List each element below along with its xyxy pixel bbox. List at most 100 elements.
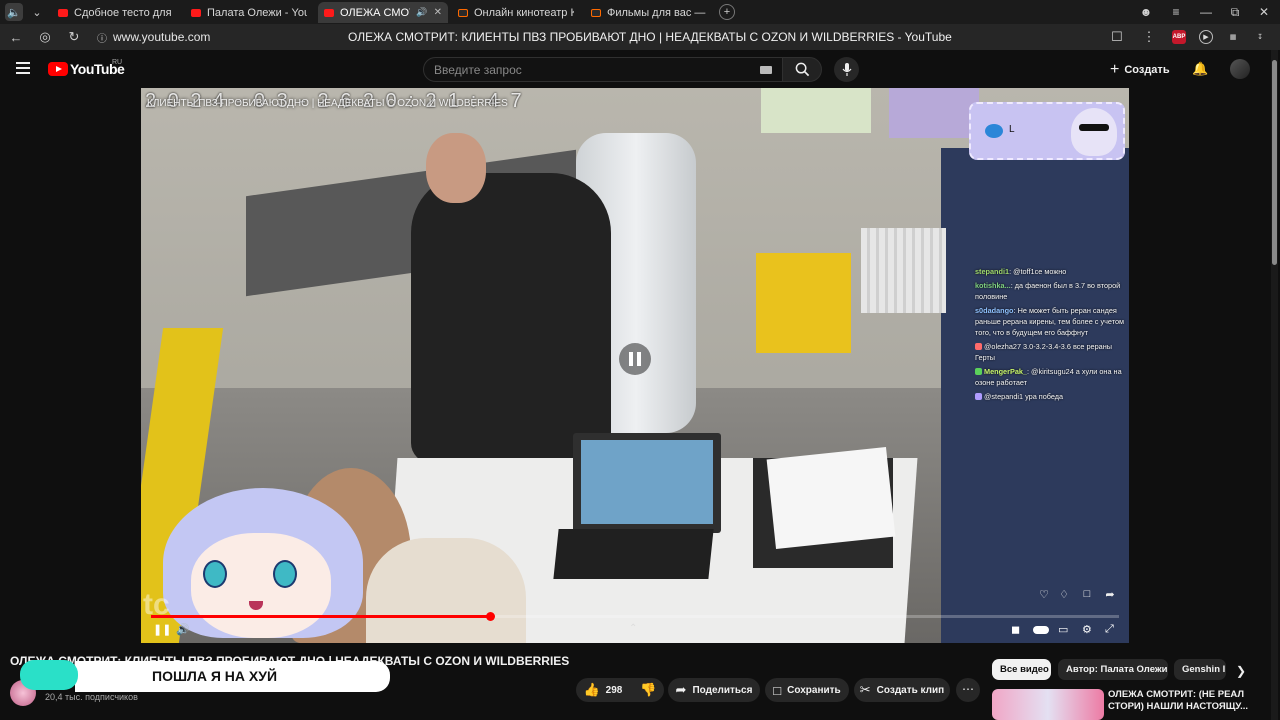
sunglasses-icon <box>1079 124 1109 131</box>
plus-icon: + <box>1110 61 1120 78</box>
stream-overlay-card: L <box>969 102 1125 160</box>
autoplay-toggle[interactable] <box>1033 626 1049 634</box>
captions-icon[interactable]: ▭ <box>1058 623 1068 636</box>
progress-bar[interactable] <box>151 612 1119 621</box>
maximize-icon[interactable]: ⧉ <box>1222 2 1248 22</box>
video-frame-person-head <box>426 133 486 203</box>
video-frame-radiator <box>861 228 946 313</box>
site-info-icon[interactable]: ⓘ <box>93 28 111 46</box>
account-avatar[interactable] <box>1230 59 1250 79</box>
close-window-icon[interactable]: ✕ <box>1251 2 1277 22</box>
scissors-icon: ✂ <box>859 682 871 697</box>
kinopoisk-icon <box>458 8 468 17</box>
chip-genshin[interactable]: Genshin I <box>1174 659 1226 680</box>
youtube-icon <box>58 8 68 17</box>
media-extension-icon[interactable]: ▶ <box>1199 30 1213 44</box>
center-pause-button[interactable] <box>619 343 651 375</box>
kinopoisk-icon <box>591 8 601 17</box>
video-frame-keyboard <box>553 529 714 579</box>
like-overlay-icon[interactable]: ♡ <box>1037 588 1051 602</box>
subtitles-badge-icon[interactable]: ◼ <box>1011 623 1020 636</box>
video-frame-person <box>411 173 611 463</box>
chat-badge-icon <box>975 393 982 400</box>
search-button[interactable] <box>782 57 822 82</box>
bookmark-save-icon: □ <box>773 682 782 698</box>
video-frame-yellow-box <box>756 253 851 353</box>
notifications-bell-icon[interactable]: 🔔 <box>1192 61 1208 77</box>
browser-tab-4[interactable]: Онлайн кинотеатр Кинот <box>452 2 580 23</box>
dislike-overlay-icon[interactable]: ♢ <box>1057 588 1071 602</box>
chat-message: @stepandi1 ура победа <box>975 391 1125 402</box>
new-tab-plus-icon[interactable]: + <box>719 4 735 20</box>
hamburger-menu-icon[interactable] <box>16 62 30 74</box>
player-overlay-title: КЛИЕНТЫ ПВЗ ПРОБИВАЮТ ДНО | НЕАДЕКВАТЫ С… <box>147 98 508 109</box>
video-frame-customer <box>366 538 526 643</box>
chip-all-videos[interactable]: Все видео <box>992 659 1051 680</box>
thumbs-down-icon[interactable]: 👎 <box>640 682 656 698</box>
browser-tab-5[interactable]: Фильмы для вас — смотр <box>585 2 715 23</box>
create-button[interactable]: + Создать <box>1110 59 1170 81</box>
reload-icon[interactable]: ↻ <box>65 28 83 46</box>
create-clip-button[interactable]: ✂ Создать клип <box>854 678 950 702</box>
settings-gear-icon[interactable]: ⚙ <box>1082 623 1092 636</box>
scrollbar-thumb[interactable] <box>1272 60 1277 265</box>
progress-played <box>151 615 490 618</box>
download-icon[interactable]: ↧ <box>1253 30 1267 44</box>
browser-tab-2[interactable]: Палата Олежи - YouTube <box>185 2 313 23</box>
voice-search-button[interactable] <box>834 57 859 82</box>
video-frame-monitor-screen <box>581 440 713 524</box>
fullscreen-icon[interactable]: ⤢ <box>1105 623 1114 636</box>
like-count[interactable]: 298 <box>606 685 623 696</box>
profile-icon[interactable]: ☻ <box>1133 2 1159 22</box>
recommended-title[interactable]: ОЛЕЖА СМОТРИТ: (НЕ РЕАЛ СТОРИ) НАШЛИ НАС… <box>1108 689 1258 713</box>
minimize-icon[interactable]: — <box>1193 2 1219 22</box>
adblock-extension-icon[interactable]: ABP <box>1172 30 1186 44</box>
comment-overlay-icon[interactable]: □ <box>1080 588 1094 602</box>
chat-message: stepandi1: @toff1ce можно <box>975 267 1067 276</box>
tab-audio-icon[interactable]: 🔊 <box>416 7 427 18</box>
protect-icon[interactable]: ◎ <box>36 28 54 46</box>
recommended-thumbnail[interactable] <box>992 689 1104 720</box>
youtube-header: YouTube RU Введите запрос + Создать 🔔 <box>0 50 1280 88</box>
chat-message: @olezha27 3.0-3.2-3.4-3.6 все рераны Гер… <box>975 342 1112 362</box>
extension-icon[interactable]: ▦ <box>1226 30 1240 44</box>
url-text[interactable]: www.youtube.com <box>113 30 210 44</box>
progress-scrubber[interactable] <box>485 612 495 621</box>
keyboard-icon[interactable] <box>760 66 772 74</box>
tab-list-chevron-icon[interactable]: ⌄ <box>28 3 46 21</box>
chat-badge-icon <box>975 343 982 350</box>
browser-tab-active[interactable]: ОЛЕЖА СМОТРИТ: 🔊 ✕ <box>318 2 448 23</box>
address-bar: ← ◎ ↻ ⓘ www.youtube.com ОЛЕЖА СМОТРИТ: К… <box>0 24 1280 50</box>
chevron-up-icon[interactable]: ⌃ <box>629 623 637 634</box>
volume-icon[interactable]: 🔊 <box>176 623 190 636</box>
like-dislike-group: 👍 298 👎 <box>576 678 664 702</box>
browser-tab-strip: 🔈 ⌄ Сдобное тесто для ИДЕА Палата Олежи … <box>0 0 1280 24</box>
speaker-icon[interactable]: 🔈 <box>5 3 23 21</box>
search-input[interactable]: Введите запрос <box>423 57 783 82</box>
chip-author[interactable]: Автор: Палата Олежи <box>1058 659 1168 680</box>
more-dots-icon[interactable]: ⋮ <box>1140 28 1158 46</box>
close-tab-icon[interactable]: ✕ <box>434 7 442 18</box>
video-frame-poster <box>761 88 871 133</box>
back-arrow-icon[interactable]: ← <box>7 28 25 46</box>
video-player[interactable]: 2 0 2 4 - 0 3 - 2 6 2 0 : 2 1 : 4 7 КЛИЕ… <box>141 88 1129 643</box>
video-frame-paper <box>766 446 896 550</box>
share-overlay-icon[interactable]: ➦ <box>1103 588 1117 602</box>
vtuber-eye <box>273 560 297 588</box>
chat-message: s0dadango: Не может быть реран сандея ра… <box>975 306 1125 337</box>
play-pause-icon[interactable]: ❚❚ <box>153 623 171 636</box>
chat-message: kotishka...: да фаенон был в 3.7 во втор… <box>975 281 1121 301</box>
pause-icon <box>629 352 633 366</box>
caption-decoration <box>20 660 78 690</box>
search-icon <box>795 62 809 77</box>
chevron-right-icon[interactable]: ❯ <box>1236 664 1246 678</box>
browser-tab-1[interactable]: Сдобное тесто для ИДЕА <box>52 2 180 23</box>
browser-menu-icon[interactable]: ≡ <box>1163 2 1189 22</box>
share-button[interactable]: ➦ Поделиться <box>668 678 760 702</box>
youtube-icon <box>191 8 201 17</box>
region-code: RU <box>112 59 123 66</box>
more-actions-icon[interactable]: ⋯ <box>956 678 980 702</box>
thumbs-up-icon[interactable]: 👍 <box>583 682 599 698</box>
bookmark-icon[interactable]: ☐ <box>1108 28 1126 46</box>
save-button[interactable]: □ Сохранить <box>765 678 849 702</box>
